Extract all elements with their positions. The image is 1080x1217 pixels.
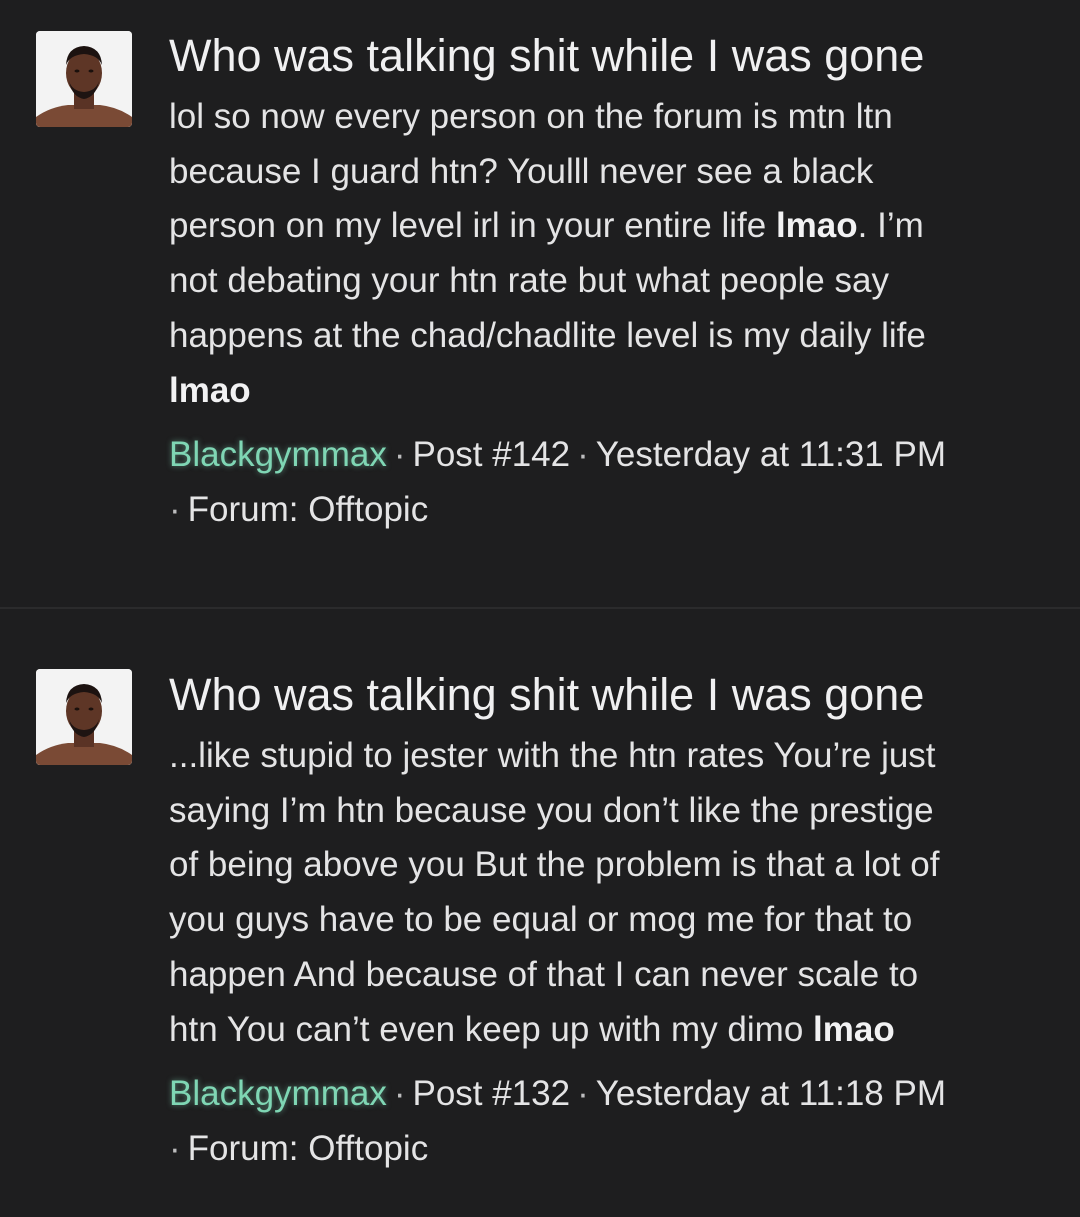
snippet-line: happen And because of that I can never s… [169,954,919,994]
snippet-line: because I guard htn? Youlll never see a … [169,151,874,191]
snippet-line: htn You can’t even keep up with my dimo … [169,1009,895,1049]
username-link[interactable]: Blackgymmax [169,435,387,474]
search-result-item[interactable]: Who was talking shit while I was gone lo… [0,0,1080,607]
thread-title-link[interactable]: Who was talking shit while I was gone [169,667,1049,723]
username-link[interactable]: Blackgymmax [169,1074,387,1113]
search-result-item[interactable]: Who was talking shit while I was gone ..… [0,609,1080,1217]
snippet-line: you guys have to be equal or mog me for … [169,900,913,940]
snippet-line: lol so now every person on the forum is … [169,97,893,136]
search-results-list: Who was talking shit while I was gone lo… [0,0,1080,1217]
result-meta: Blackgymmax · Post #132 · Yesterday at 11:18… [169,1067,1049,1176]
user-avatar[interactable] [36,31,132,127]
snippet-line: ...like stupid to jester with the htn ra… [169,736,936,775]
user-avatar[interactable] [36,669,132,765]
result-meta: Blackgymmax · Post #142 · Yesterday at 11:31… [169,428,1049,537]
post-time: Yesterday at 11:31 PM [595,435,946,475]
meta-separator: · [393,1074,406,1114]
snippet-line: saying I’m htn because you don’t like th… [169,790,934,830]
highlighted-term: lmao [775,206,858,246]
post-time: Yesterday at 11:18 PM [595,1074,946,1114]
forum-link[interactable]: Forum: Offtopic [188,1129,429,1168]
snippet-line: not debating your htn rate but what peop… [169,261,889,301]
avatar-portrait-icon [36,669,132,765]
highlighted-term: lmao [169,370,251,410]
meta-separator: · [393,435,406,475]
snippet-line: happens at the chad/chadlite level is my… [169,315,926,355]
avatar-portrait-icon [36,31,132,127]
snippet-line: lmao [169,364,1049,419]
meta-separator: · [577,435,589,475]
post-number-link[interactable]: Post #132 [412,1074,570,1113]
meta-separator: · [169,489,181,529]
result-content: Who was talking shit while I was gone ..… [169,667,1049,1176]
snippet-line: of being above you But the problem is th… [169,845,940,885]
post-number-link[interactable]: Post #142 [412,435,570,474]
post-snippet: lol so now every person on the forum is … [169,90,1049,418]
thread-title-link[interactable]: Who was talking shit while I was gone [169,28,1049,84]
meta-separator: · [169,1128,181,1168]
snippet-line: person on my level irl in your entire li… [169,206,924,246]
result-content: Who was talking shit while I was gone lo… [169,28,1049,537]
post-snippet: ...like stupid to jester with the htn ra… [169,729,1049,1057]
highlighted-term: lmao [813,1009,895,1049]
forum-link[interactable]: Forum: Offtopic [188,490,429,529]
meta-separator: · [577,1074,589,1114]
